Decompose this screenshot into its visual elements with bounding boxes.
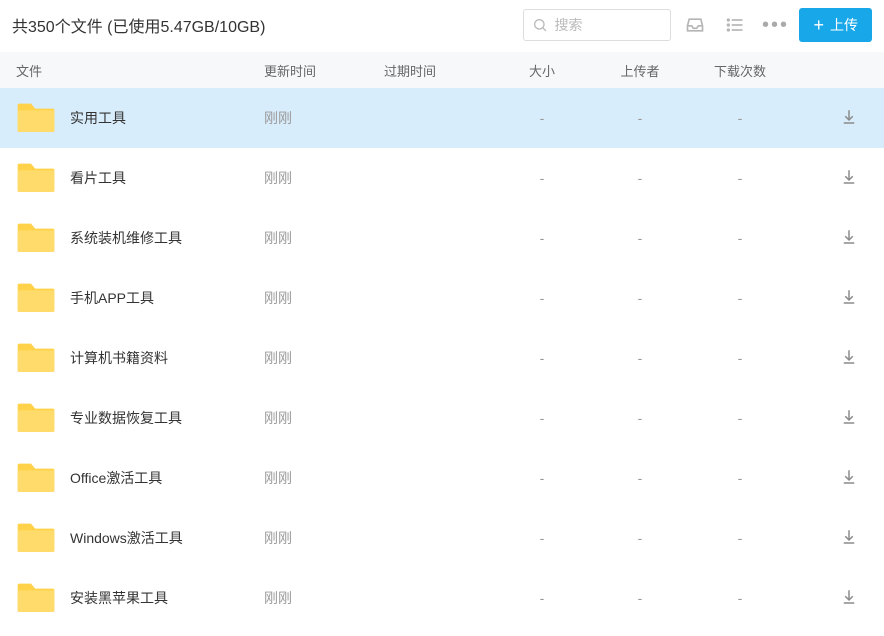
table-row[interactable]: 专业数据恢复工具 刚刚 - - -: [0, 388, 884, 448]
cell-dlcount: -: [690, 290, 790, 306]
list-view-button[interactable]: [719, 9, 751, 41]
file-name: 安装黑苹果工具: [70, 588, 168, 608]
file-name: Office激活工具: [70, 468, 162, 488]
table-row[interactable]: 看片工具 刚刚 - - -: [0, 148, 884, 208]
file-name: 实用工具: [70, 108, 126, 128]
col-header-uploader[interactable]: 上传者: [590, 61, 690, 80]
cell-dlcount: -: [690, 530, 790, 546]
table-row[interactable]: 计算机书籍资料 刚刚 - - -: [0, 328, 884, 388]
col-header-size[interactable]: 大小: [494, 61, 590, 80]
cell-size: -: [494, 230, 590, 246]
file-name: 计算机书籍资料: [70, 348, 168, 368]
cell-size: -: [494, 470, 590, 486]
download-button[interactable]: [840, 228, 858, 246]
folder-icon: [16, 520, 56, 557]
file-name: Windows激活工具: [70, 528, 183, 548]
folder-icon: [16, 160, 56, 197]
cell-dlcount: -: [690, 170, 790, 186]
folder-icon: [16, 580, 56, 617]
cell-uploader: -: [590, 350, 690, 366]
col-header-name[interactable]: 文件: [16, 61, 264, 80]
cell-dlcount: -: [690, 410, 790, 426]
cell-update: 刚刚: [264, 288, 384, 308]
cell-size: -: [494, 110, 590, 126]
table-row[interactable]: 实用工具 刚刚 - - -: [0, 88, 884, 148]
search-box[interactable]: [523, 9, 671, 41]
upload-label: 上传: [830, 15, 858, 35]
cell-uploader: -: [590, 290, 690, 306]
col-header-update[interactable]: 更新时间: [264, 61, 384, 80]
folder-icon: [16, 280, 56, 317]
cell-dlcount: -: [690, 230, 790, 246]
table-row[interactable]: 安装黑苹果工具 刚刚 - - -: [0, 568, 884, 628]
folder-icon: [16, 340, 56, 377]
table-body: 实用工具 刚刚 - - - 看片工具 刚刚 - - - 系统装机维修工具: [0, 88, 884, 628]
storage-summary: 共350个文件 (已使用5.47GB/10GB): [12, 13, 515, 37]
inbox-icon: [685, 15, 705, 35]
table-row[interactable]: 系统装机维修工具 刚刚 - - -: [0, 208, 884, 268]
cell-dlcount: -: [690, 350, 790, 366]
cell-dlcount: -: [690, 110, 790, 126]
cell-update: 刚刚: [264, 168, 384, 188]
cell-size: -: [494, 410, 590, 426]
more-icon: •••: [762, 14, 789, 37]
download-button[interactable]: [840, 588, 858, 606]
folder-icon: [16, 100, 56, 137]
plus-icon: +: [813, 16, 824, 34]
cell-size: -: [494, 290, 590, 306]
cell-uploader: -: [590, 590, 690, 606]
cell-size: -: [494, 530, 590, 546]
file-name: 专业数据恢复工具: [70, 408, 182, 428]
cell-uploader: -: [590, 110, 690, 126]
download-button[interactable]: [840, 408, 858, 426]
upload-button[interactable]: + 上传: [799, 8, 872, 42]
file-name: 系统装机维修工具: [70, 228, 182, 248]
col-header-expire[interactable]: 过期时间: [384, 61, 494, 80]
cell-dlcount: -: [690, 590, 790, 606]
cell-uploader: -: [590, 170, 690, 186]
cell-update: 刚刚: [264, 228, 384, 248]
table-row[interactable]: 手机APP工具 刚刚 - - -: [0, 268, 884, 328]
folder-icon: [16, 220, 56, 257]
table-header: 文件 更新时间 过期时间 大小 上传者 下载次数: [0, 52, 884, 88]
cell-size: -: [494, 170, 590, 186]
cell-size: -: [494, 350, 590, 366]
cell-dlcount: -: [690, 470, 790, 486]
table-row[interactable]: Office激活工具 刚刚 - - -: [0, 448, 884, 508]
download-button[interactable]: [840, 348, 858, 366]
cell-update: 刚刚: [264, 348, 384, 368]
download-button[interactable]: [840, 468, 858, 486]
search-input[interactable]: [554, 17, 662, 33]
cell-size: -: [494, 590, 590, 606]
cell-update: 刚刚: [264, 108, 384, 128]
cell-update: 刚刚: [264, 408, 384, 428]
download-button[interactable]: [840, 528, 858, 546]
cell-update: 刚刚: [264, 588, 384, 608]
table-row[interactable]: Windows激活工具 刚刚 - - -: [0, 508, 884, 568]
cell-update: 刚刚: [264, 528, 384, 548]
folder-icon: [16, 400, 56, 437]
list-icon: [725, 15, 745, 35]
cell-uploader: -: [590, 410, 690, 426]
cell-update: 刚刚: [264, 468, 384, 488]
cell-uploader: -: [590, 530, 690, 546]
more-button[interactable]: •••: [759, 9, 791, 41]
search-icon: [532, 17, 548, 33]
cell-uploader: -: [590, 470, 690, 486]
download-button[interactable]: [840, 288, 858, 306]
file-table: 文件 更新时间 过期时间 大小 上传者 下载次数 实用工具 刚刚 - - - 看…: [0, 52, 884, 628]
cell-uploader: -: [590, 230, 690, 246]
file-name: 手机APP工具: [70, 288, 154, 308]
file-name: 看片工具: [70, 168, 126, 188]
download-button[interactable]: [840, 168, 858, 186]
inbox-button[interactable]: [679, 9, 711, 41]
download-button[interactable]: [840, 108, 858, 126]
top-bar: 共350个文件 (已使用5.47GB/10GB) ••• + 上传: [0, 0, 884, 52]
col-header-dlcount[interactable]: 下载次数: [690, 61, 790, 80]
folder-icon: [16, 460, 56, 497]
